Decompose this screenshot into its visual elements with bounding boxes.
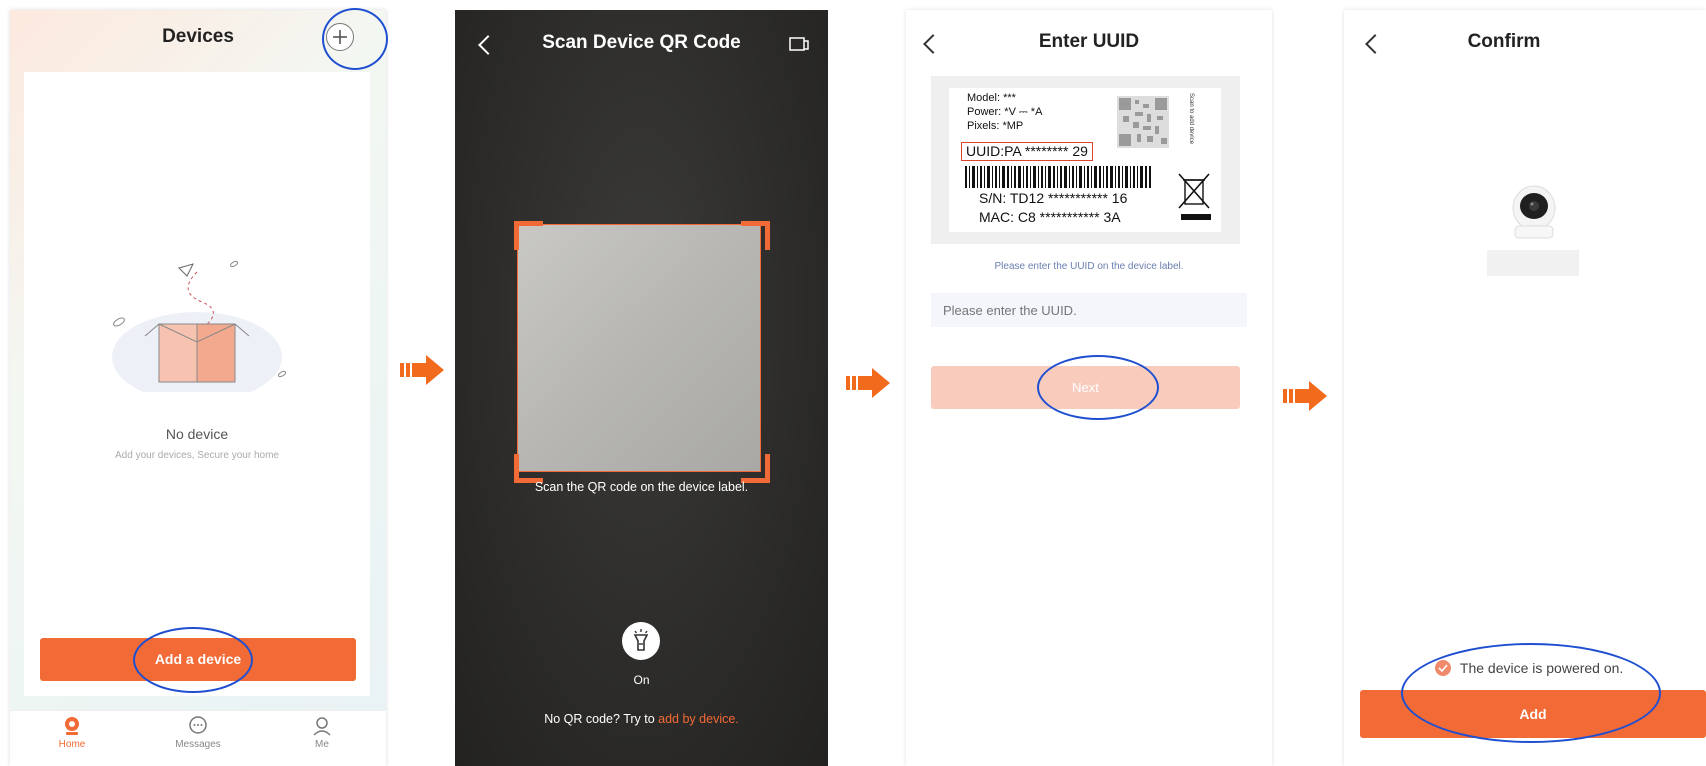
label-sn: S/N: TD12 *********** 16 xyxy=(979,190,1128,206)
add-a-device-button[interactable]: Add a device xyxy=(40,638,356,681)
confirm-screen: Confirm The device is powered on. Add xyxy=(1344,10,1706,766)
label-pixels: Pixels: *MP xyxy=(967,120,1024,132)
profile-icon xyxy=(313,717,331,736)
uuid-hint-text: Please enter the UUID on the device labe… xyxy=(994,261,1184,272)
device-name-placeholder xyxy=(1487,250,1579,276)
devices-screen: Devices No device Add your devices, Secu… xyxy=(10,10,386,766)
label-model: Model: *** xyxy=(967,92,1016,104)
flashlight-button[interactable] xyxy=(622,622,660,660)
label-uuid: UUID:PA ******** 29 xyxy=(961,142,1093,161)
tab-messages[interactable]: Messages xyxy=(158,715,238,750)
check-circle-icon xyxy=(1435,660,1451,677)
page-title: Confirm xyxy=(1467,31,1541,52)
no-qr-row: No QR code? Try to add by device. xyxy=(455,712,828,726)
plus-icon xyxy=(333,30,347,44)
flashlight-label: On xyxy=(633,673,650,687)
arrow-right-icon xyxy=(846,368,890,398)
label-side-text: Scan to add device xyxy=(1188,93,1194,145)
add-button[interactable]: Add xyxy=(1360,690,1706,738)
home-camera-icon xyxy=(65,717,79,735)
arrow-right-icon xyxy=(1283,381,1327,411)
tab-home-label: Home xyxy=(58,739,86,750)
scan-corner xyxy=(514,221,543,250)
album-icon[interactable] xyxy=(789,35,809,53)
scan-hint-text: Scan the QR code on the device label. xyxy=(534,480,749,494)
chat-bubble-icon xyxy=(189,716,207,734)
uuid-input[interactable] xyxy=(931,293,1247,327)
enter-uuid-screen: Enter UUID Model: *** Power: *V ⎓ *A Pix… xyxy=(906,10,1272,766)
no-qr-text: No QR code? Try to xyxy=(544,712,659,726)
flashlight-icon xyxy=(633,629,649,651)
powered-on-label: The device is powered on. xyxy=(1459,660,1624,677)
barcode xyxy=(965,166,1151,188)
tab-messages-label: Messages xyxy=(175,739,221,750)
next-button[interactable]: Next xyxy=(931,366,1240,409)
qr-scan-frame xyxy=(517,224,761,472)
add-device-plus-button[interactable] xyxy=(326,23,354,51)
weee-bin-icon xyxy=(1178,173,1211,220)
scan-corner xyxy=(741,454,770,483)
scan-qr-screen: Scan Device QR Code Scan the QR code on … xyxy=(455,10,828,766)
empty-state-title: No device xyxy=(165,426,229,442)
arrow-right-icon xyxy=(400,355,444,385)
page-title: Enter UUID xyxy=(1038,31,1140,52)
label-card: Model: *** Power: *V ⎓ *A Pixels: *MP UU… xyxy=(949,88,1221,232)
tab-me-label: Me xyxy=(315,739,329,750)
add-by-device-link[interactable]: add by device. xyxy=(658,712,739,726)
tab-me[interactable]: Me xyxy=(282,715,362,750)
scan-corner xyxy=(741,221,770,250)
camera-device-image xyxy=(1512,185,1556,239)
page-title: Scan Device QR Code xyxy=(542,32,741,53)
bottom-tab-bar: Home Messages Me xyxy=(10,710,386,766)
device-list-card: No device Add your devices, Secure your … xyxy=(24,72,370,696)
powered-on-row[interactable]: The device is powered on. xyxy=(1434,659,1623,677)
label-power: Power: *V ⎓ *A xyxy=(967,106,1043,118)
empty-box-illustration xyxy=(112,260,287,392)
scan-corner xyxy=(514,454,543,483)
empty-state-subtitle: Add your devices, Secure your home xyxy=(115,450,279,461)
device-label-image: Model: *** Power: *V ⎓ *A Pixels: *MP UU… xyxy=(931,76,1240,244)
qr-code-image xyxy=(1117,96,1169,148)
tab-home[interactable]: Home xyxy=(32,715,112,750)
label-mac: MAC: C8 *********** 3A xyxy=(979,209,1121,225)
